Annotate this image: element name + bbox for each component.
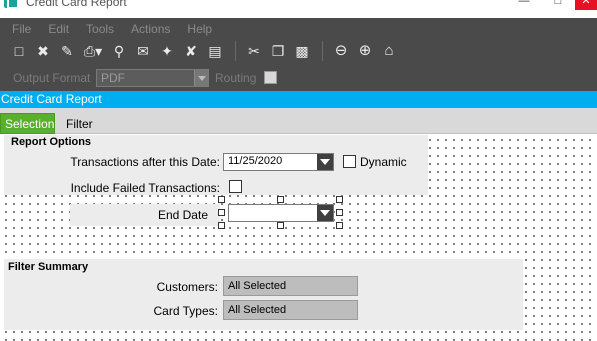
schedule-icon[interactable]: ✦ — [156, 40, 178, 62]
resize-handle[interactable] — [277, 196, 284, 203]
customers-value: All Selected — [223, 276, 358, 296]
resize-handle[interactable] — [218, 196, 225, 203]
resize-handle[interactable] — [218, 209, 225, 216]
resize-handle[interactable] — [336, 209, 343, 216]
menu-edit[interactable]: Edit — [37, 20, 75, 38]
report-options-title: Report Options — [11, 136, 92, 148]
delete-icon[interactable]: ✖ — [32, 40, 54, 62]
calendar-dropdown-icon[interactable] — [317, 205, 333, 221]
clear-broom-icon[interactable]: ✎ — [56, 40, 78, 62]
card-types-label: Card Types: — [153, 304, 218, 318]
print-preview-icon[interactable]: ⚲ — [108, 40, 130, 62]
output-format-label: Output Format — [13, 71, 91, 85]
chevron-down-icon[interactable] — [194, 70, 208, 86]
tab-selection[interactable]: Selection — [0, 113, 55, 134]
menu-actions[interactable]: Actions — [120, 20, 176, 38]
dynamic-checkbox[interactable] — [343, 155, 356, 168]
resize-handle[interactable] — [277, 222, 284, 229]
app-icon — [4, 0, 19, 9]
output-format-row: Output Format PDF Routing — [0, 68, 300, 88]
minimize-button[interactable]: — — [507, 0, 541, 10]
end-date-label: End Date — [157, 208, 208, 222]
routing-checkbox[interactable] — [264, 71, 277, 84]
menu-file[interactable]: File — [0, 20, 37, 38]
back-icon[interactable]: ⊖ — [330, 40, 352, 62]
form-header: Credit Card Report — [0, 91, 597, 108]
forward-icon[interactable]: ⊕ — [354, 40, 376, 62]
window-controls: — □ ✕ — [507, 0, 597, 10]
routing-label: Routing — [215, 71, 257, 85]
include-failed-label: Include Failed Transactions: — [70, 181, 220, 195]
transactions-after-label: Transactions after this Date: — [70, 155, 220, 169]
filter-summary-group: Filter Summary Customers: All Selected C… — [4, 259, 523, 330]
transactions-after-date-value: 11/25/2020 — [228, 155, 283, 167]
paste-icon[interactable]: ▩ — [291, 40, 313, 62]
dynamic-label: Dynamic — [360, 155, 407, 169]
print-icon[interactable]: ⎙▾ — [80, 40, 106, 62]
end-date-input[interactable] — [228, 204, 334, 222]
window-title: Credit Card Report — [26, 0, 127, 9]
calendar-dropdown-icon[interactable] — [317, 154, 333, 170]
resize-handle[interactable] — [218, 222, 225, 229]
tools-icon[interactable]: ✘ — [180, 40, 202, 62]
toolbar-separator — [322, 41, 323, 61]
customers-label: Customers: — [156, 280, 218, 294]
menu-help[interactable]: Help — [176, 20, 218, 38]
output-format-value: PDF — [101, 71, 125, 85]
menu-tools[interactable]: Tools — [75, 20, 120, 38]
resize-handle[interactable] — [336, 196, 343, 203]
title-bar: Credit Card Report — □ ✕ — [0, 0, 597, 18]
tab-filter[interactable]: Filter — [62, 114, 97, 134]
card-types-value: All Selected — [223, 300, 358, 320]
cut-icon[interactable]: ✂ — [243, 40, 265, 62]
include-failed-checkbox[interactable] — [229, 180, 242, 193]
email-icon[interactable]: ✉ — [132, 40, 154, 62]
maximize-button[interactable]: □ — [541, 0, 575, 10]
filter-summary-title: Filter Summary — [8, 261, 89, 273]
transactions-after-date-input[interactable]: 11/25/2020 — [223, 153, 334, 171]
close-window-button[interactable]: ✕ — [575, 0, 597, 10]
toolbar-separator — [235, 41, 236, 61]
resize-handle[interactable] — [336, 222, 343, 229]
output-format-select[interactable]: PDF — [96, 69, 209, 87]
design-canvas: Report Options Transactions after this D… — [0, 134, 597, 341]
report-options-group: Report Options Transactions after this D… — [4, 135, 428, 195]
toolbar-area: File Edit Tools Actions Help □ ✖ ✎ ⎙▾ ⚲ … — [0, 18, 597, 91]
new-document-icon[interactable]: □ — [8, 40, 30, 62]
copy-icon[interactable]: ❐ — [267, 40, 289, 62]
menu-bar: File Edit Tools Actions Help — [0, 20, 218, 38]
end-date-label-box: End Date — [70, 204, 220, 226]
toolbar: □ ✖ ✎ ⎙▾ ⚲ ✉ ✦ ✘ ▤ ✂ ❐ ▩ ⊖ ⊕ ⌂ — [8, 39, 402, 63]
report-window-icon[interactable]: ▤ — [204, 40, 226, 62]
tab-strip: Selection Filter — [0, 108, 597, 134]
home-icon[interactable]: ⌂ — [378, 40, 400, 62]
